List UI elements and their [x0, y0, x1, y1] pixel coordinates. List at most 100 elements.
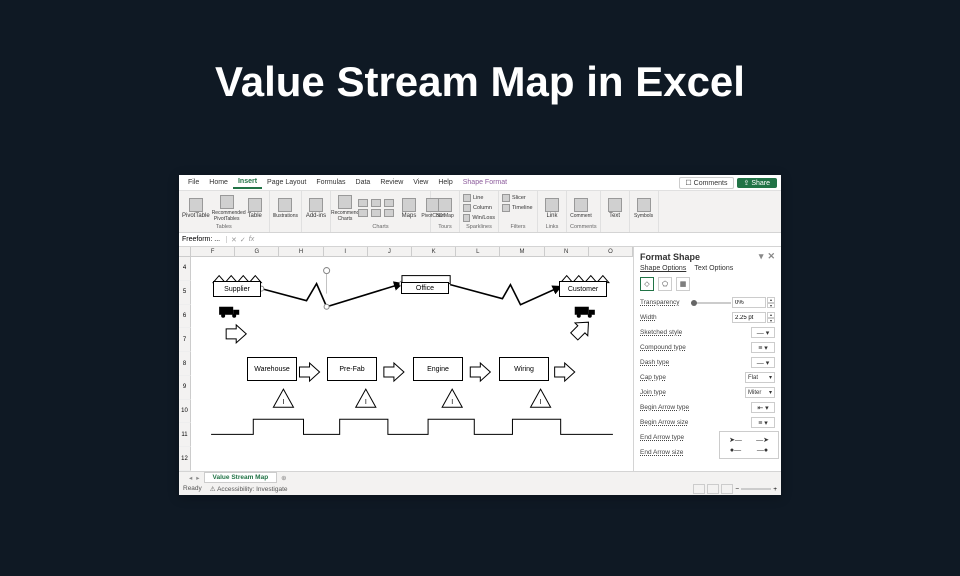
view-normal-icon[interactable] [693, 484, 705, 494]
slicer-button[interactable]: Slicer [502, 193, 534, 202]
sparkline-winloss-button[interactable]: Win/Loss [463, 213, 495, 222]
chart-icon[interactable] [371, 209, 381, 217]
addins-button[interactable]: Add-ins [305, 193, 327, 223]
recommended-charts-button[interactable]: Recommended Charts [334, 193, 356, 223]
sparkline-line-button[interactable]: Line [463, 193, 495, 202]
zoom-slider[interactable] [741, 488, 771, 490]
selection-handle-icon[interactable] [324, 304, 329, 309]
pane-close-icon[interactable]: ✕ [767, 251, 775, 262]
col-header[interactable]: F [191, 247, 235, 257]
tab-formulas[interactable]: Formulas [311, 177, 350, 188]
info-flow-arrow[interactable] [261, 284, 402, 307]
comments-button[interactable]: ☐ Comments [679, 177, 733, 189]
symbols-button[interactable]: Symbols [633, 193, 655, 223]
row-header[interactable]: 7 [179, 328, 191, 352]
arrow-icon[interactable] [384, 363, 404, 381]
spinner-down-icon[interactable]: ▾ [767, 318, 775, 324]
inventory-triangle-icon[interactable]: I [531, 389, 551, 407]
begin-arrow-size-dropdown[interactable]: ≡ ▾ [751, 417, 775, 428]
sheet-nav-prev-icon[interactable]: ◂ [189, 474, 192, 482]
customer-box[interactable]: Customer [559, 281, 607, 297]
status-accessibility[interactable]: ⚠ Accessibility: Investigate [210, 485, 288, 493]
col-header[interactable]: H [279, 247, 323, 257]
text-options-tab[interactable]: Text Options [694, 265, 733, 272]
dash-dropdown[interactable]: — ▾ [751, 357, 775, 368]
tab-help[interactable]: Help [433, 177, 457, 188]
zoom-out-icon[interactable]: − [735, 486, 739, 493]
sketched-dropdown[interactable]: — ▾ [751, 327, 775, 338]
col-header[interactable]: O [589, 247, 633, 257]
transparency-slider[interactable] [691, 302, 731, 304]
office-box[interactable]: Office [401, 282, 449, 294]
cancel-icon[interactable]: ✕ [231, 236, 237, 244]
prefab-box[interactable]: Pre-Fab [327, 357, 377, 381]
row-header[interactable]: 4 [179, 257, 191, 281]
comment-button[interactable]: Comment [570, 193, 592, 223]
arrow-icon[interactable] [226, 325, 246, 343]
info-flow-arrow[interactable] [450, 285, 561, 305]
sheet-nav-next-icon[interactable]: ▸ [196, 474, 199, 482]
view-page-break-icon[interactable] [721, 484, 733, 494]
arrow-icon[interactable] [568, 316, 595, 343]
pivottable-button[interactable]: PivotTable [182, 193, 210, 223]
row-header[interactable]: 8 [179, 352, 191, 376]
tab-home[interactable]: Home [204, 177, 233, 188]
chart-icon[interactable] [358, 209, 368, 217]
enter-icon[interactable]: ✓ [240, 236, 246, 244]
chart-icon[interactable] [384, 199, 394, 207]
rotate-handle-icon[interactable] [324, 268, 330, 274]
inventory-triangle-icon[interactable]: I [442, 389, 462, 407]
inventory-triangle-icon[interactable]: I [356, 389, 376, 407]
inventory-triangle-icon[interactable]: I [273, 389, 293, 407]
fill-line-icon[interactable]: ◇ [640, 277, 654, 291]
tab-review[interactable]: Review [375, 177, 408, 188]
arrow-option-icon[interactable]: ●— [730, 447, 741, 454]
text-button[interactable]: Text [604, 193, 626, 223]
link-button[interactable]: Link [541, 193, 563, 223]
row-header[interactable]: 6 [179, 305, 191, 329]
chart-icon[interactable] [384, 209, 394, 217]
arrow-option-icon[interactable]: —➤ [756, 436, 769, 444]
col-header[interactable]: I [324, 247, 368, 257]
col-header[interactable]: K [412, 247, 456, 257]
col-header[interactable]: M [500, 247, 544, 257]
tab-insert[interactable]: Insert [233, 176, 262, 189]
join-dropdown[interactable]: Miter▾ [745, 387, 775, 398]
new-sheet-icon[interactable]: ⊕ [281, 474, 286, 482]
arrow-option-icon[interactable]: —● [757, 447, 768, 454]
tab-page-layout[interactable]: Page Layout [262, 177, 311, 188]
sheet-tab[interactable]: Value Stream Map [204, 472, 278, 483]
arrow-option-icon[interactable]: ➤— [729, 436, 742, 444]
row-header[interactable]: 9 [179, 376, 191, 400]
shape-options-tab[interactable]: Shape Options [640, 265, 686, 272]
row-header[interactable]: 12 [179, 447, 191, 471]
row-header[interactable]: 5 [179, 281, 191, 305]
warehouse-box[interactable]: Warehouse [247, 357, 297, 381]
recommended-pivottables-button[interactable]: Recommended PivotTables [212, 193, 242, 223]
col-header[interactable]: G [235, 247, 279, 257]
tab-data[interactable]: Data [351, 177, 376, 188]
chart-icon[interactable] [358, 199, 368, 207]
tab-shape-format[interactable]: Shape Format [458, 177, 512, 188]
spinner-down-icon[interactable]: ▾ [767, 303, 775, 309]
tab-view[interactable]: View [408, 177, 433, 188]
row-header[interactable]: 11 [179, 423, 191, 447]
name-box[interactable]: Freeform: ... [179, 236, 227, 243]
engine-box[interactable]: Engine [413, 357, 463, 381]
wiring-box[interactable]: Wiring [499, 357, 549, 381]
col-header[interactable]: N [545, 247, 589, 257]
arrow-style-flyout[interactable]: ➤— —➤ ●— —● [719, 431, 779, 459]
cap-dropdown[interactable]: Flat▾ [745, 372, 775, 383]
width-input[interactable] [732, 312, 766, 323]
supplier-box[interactable]: Supplier [213, 281, 261, 297]
arrow-icon[interactable] [555, 363, 575, 381]
begin-arrow-type-dropdown[interactable]: ⇤ ▾ [751, 402, 775, 413]
col-header[interactable]: L [456, 247, 500, 257]
worksheet[interactable]: F G H I J K L M N O 4 5 6 7 8 9 10 [179, 247, 633, 471]
share-button[interactable]: ⇪ Share [737, 178, 778, 188]
sparkline-column-button[interactable]: Column [463, 203, 495, 212]
view-page-layout-icon[interactable] [707, 484, 719, 494]
fx-icon[interactable]: fx [249, 236, 254, 244]
timeline-line[interactable] [211, 419, 613, 434]
col-header[interactable]: J [368, 247, 412, 257]
